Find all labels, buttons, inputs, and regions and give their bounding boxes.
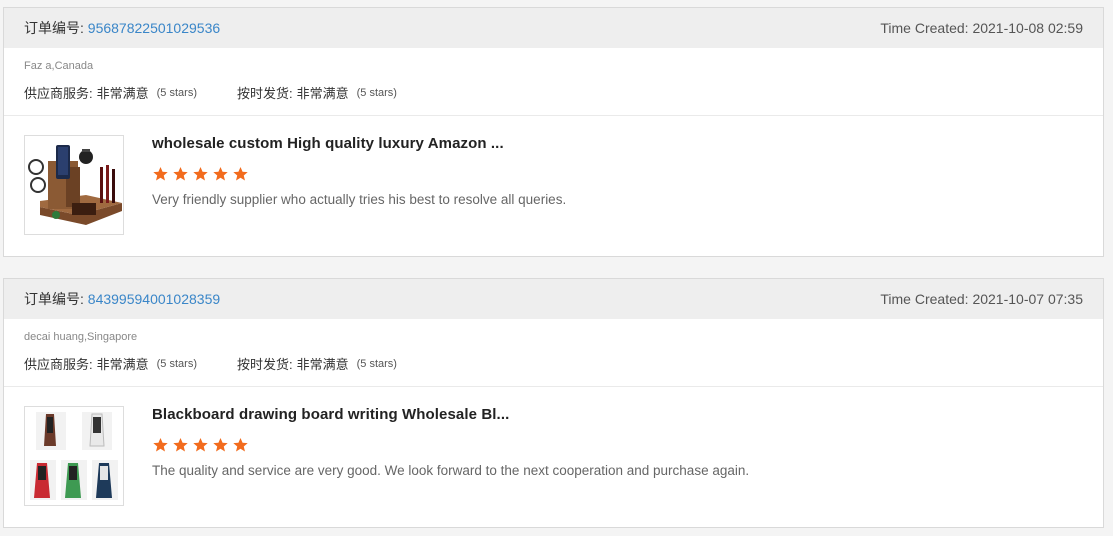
time-created: Time Created: 2021-10-07 07:35 <box>880 291 1083 307</box>
time-created: Time Created: 2021-10-08 02:59 <box>880 20 1083 36</box>
time-label: Time Created: <box>880 20 969 36</box>
buyer-block: Faz a,Canada 供应商服务: 非常满意 (5 stars) 按时发货:… <box>4 48 1103 116</box>
product-row: wholesale custom High quality luxury Ama… <box>4 116 1103 255</box>
easel-blackboard-image <box>26 408 122 504</box>
supplier-service-label: 供应商服务: <box>24 357 93 372</box>
shipping-rating: 按时发货: 非常满意 (5 stars) <box>237 354 397 373</box>
star-icon <box>233 167 248 181</box>
order-number-link[interactable]: 84399594001028359 <box>88 291 220 307</box>
shipping-value: 非常满意 <box>296 357 349 372</box>
supplier-service-rating: 供应商服务: 非常满意 (5 stars) <box>24 83 197 102</box>
star-icon <box>173 167 188 181</box>
buyer-block: decai huang,Singapore 供应商服务: 非常满意 (5 sta… <box>4 319 1103 387</box>
star-icon <box>153 167 168 181</box>
star-icon <box>233 438 248 452</box>
shipping-value: 非常满意 <box>296 86 349 101</box>
product-thumbnail[interactable] <box>24 406 124 506</box>
product-row: Blackboard drawing board writing Wholesa… <box>4 387 1103 526</box>
shipping-stars: (5 stars) <box>356 357 397 370</box>
product-info: wholesale custom High quality luxury Ama… <box>152 135 566 235</box>
order-info: 订单编号: 95687822501029536 <box>24 18 220 38</box>
review-card-header: 订单编号: 84399594001028359 Time Created: 20… <box>4 279 1103 319</box>
review-card: 订单编号: 84399594001028359 Time Created: 20… <box>3 278 1104 528</box>
star-icon <box>153 438 168 452</box>
order-label: 订单编号: <box>24 20 84 36</box>
shipping-rating: 按时发货: 非常满意 (5 stars) <box>237 83 397 102</box>
shipping-label: 按时发货: <box>236 357 293 372</box>
shipping-stars: (5 stars) <box>356 86 397 99</box>
wooden-phone-dock-image <box>26 137 122 233</box>
buyer-name: decai huang,Singapore <box>24 331 138 343</box>
supplier-service-value: 非常满意 <box>96 86 149 101</box>
supplier-service-value: 非常满意 <box>96 357 149 372</box>
time-label: Time Created: <box>880 291 969 307</box>
product-title-link[interactable]: Blackboard drawing board writing Wholesa… <box>152 406 749 424</box>
ratings-row: 供应商服务: 非常满意 (5 stars) 按时发货: 非常满意 (5 star… <box>24 354 1083 373</box>
review-comment: Very friendly supplier who actually trie… <box>152 192 567 207</box>
order-number-link[interactable]: 95687822501029536 <box>88 20 220 36</box>
ratings-row: 供应商服务: 非常满意 (5 stars) 按时发货: 非常满意 (5 star… <box>24 83 1083 102</box>
product-title-link[interactable]: wholesale custom High quality luxury Ama… <box>152 135 566 153</box>
review-card: 订单编号: 95687822501029536 Time Created: 20… <box>3 7 1104 257</box>
star-rating <box>152 437 749 453</box>
product-info: Blackboard drawing board writing Wholesa… <box>152 406 749 506</box>
star-icon <box>213 438 228 452</box>
supplier-service-stars: (5 stars) <box>156 357 197 370</box>
review-card-header: 订单编号: 95687822501029536 Time Created: 20… <box>4 8 1103 48</box>
star-icon <box>213 167 228 181</box>
shipping-label: 按时发货: <box>236 86 293 101</box>
product-thumbnail[interactable] <box>24 135 124 235</box>
supplier-service-rating: 供应商服务: 非常满意 (5 stars) <box>24 354 197 373</box>
supplier-service-stars: (5 stars) <box>156 86 197 99</box>
time-value: 2021-10-08 02:59 <box>972 20 1083 36</box>
review-comment: The quality and service are very good. W… <box>152 463 750 478</box>
order-label: 订单编号: <box>24 291 84 307</box>
supplier-service-label: 供应商服务: <box>24 86 93 101</box>
star-rating <box>152 166 566 182</box>
star-icon <box>193 438 208 452</box>
time-value: 2021-10-07 07:35 <box>972 291 1083 307</box>
order-info: 订单编号: 84399594001028359 <box>24 289 220 309</box>
buyer-name: Faz a,Canada <box>24 60 94 72</box>
star-icon <box>193 167 208 181</box>
star-icon <box>173 438 188 452</box>
